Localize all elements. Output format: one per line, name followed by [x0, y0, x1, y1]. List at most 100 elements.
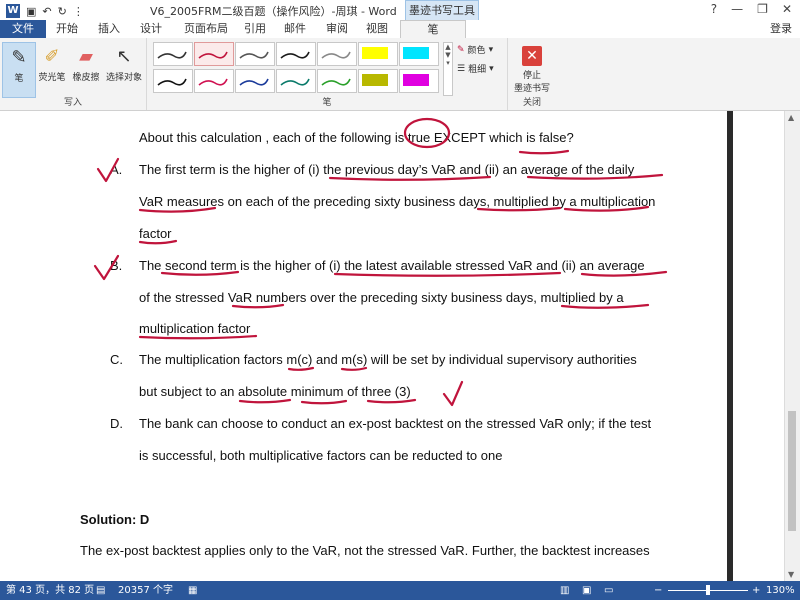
- gallery-scroll[interactable]: ▲ ▼ ▾: [443, 42, 453, 96]
- pen-thickness-button[interactable]: ☰ 粗细 ▾: [457, 62, 494, 76]
- tab-references[interactable]: 引用: [240, 20, 270, 38]
- undo-icon[interactable]: ↶: [42, 5, 51, 18]
- print-layout-icon[interactable]: ▣: [582, 581, 591, 600]
- cursor-arrow-icon: ↖: [116, 45, 132, 67]
- scroll-up-icon[interactable]: ▲: [788, 113, 794, 122]
- pen-swatch[interactable]: [276, 42, 316, 66]
- ink-underline-b2: [333, 271, 562, 277]
- tab-mailings[interactable]: 邮件: [280, 20, 310, 38]
- page-count[interactable]: 第 43 页，共 82 页: [6, 581, 94, 600]
- tab-page-layout[interactable]: 页面布局: [180, 20, 232, 38]
- pen-swatch[interactable]: [399, 42, 439, 66]
- pen-swatch[interactable]: [235, 42, 275, 66]
- highlighter-icon: ✐: [44, 45, 60, 67]
- ink-underline-a1: [328, 175, 492, 181]
- pen-stroke-icon: [157, 78, 187, 86]
- write-group-label: 写入: [63, 98, 82, 108]
- tab-pen[interactable]: 笔: [400, 20, 466, 40]
- ink-underline-a6: [138, 239, 178, 245]
- option-c-line-1: The multiplication factors m(c) and m(s)…: [139, 352, 637, 367]
- pen-swatch[interactable]: [235, 69, 275, 93]
- pen-stroke-icon: [321, 78, 351, 86]
- redo-icon[interactable]: ↻: [58, 5, 67, 18]
- pen-stroke-icon: [157, 51, 187, 59]
- vertical-scrollbar[interactable]: ▲ ▼: [784, 111, 800, 581]
- customize-qat-icon[interactable]: ⋮: [73, 5, 84, 18]
- option-a-letter: A.: [110, 162, 123, 177]
- ink-underline-b5: [560, 303, 650, 309]
- option-b-line-3: multiplication factor: [139, 321, 251, 336]
- scroll-thumb[interactable]: [788, 411, 796, 531]
- status-bar: 第 43 页，共 82 页 ▤ 20357 个字 ▦ ▥ ▣ ▭ − + 130…: [0, 581, 800, 600]
- pen-color-button[interactable]: ✎ 颜色 ▾: [457, 43, 493, 57]
- pen-swatch[interactable]: [276, 69, 316, 93]
- pen-swatch[interactable]: [399, 69, 439, 93]
- pen-swatch[interactable]: [358, 69, 398, 93]
- tab-view[interactable]: 视图: [362, 20, 392, 38]
- window-controls: ? — ❐ ✕: [711, 2, 792, 16]
- pen-swatch[interactable]: [317, 42, 357, 66]
- ink-underline-c4: [300, 399, 348, 405]
- tab-insert[interactable]: 插入: [92, 20, 126, 38]
- highlighter-button[interactable]: ✐ 荧光笔: [36, 42, 68, 96]
- stop-inking-button[interactable]: ✕ 停止 墨迹书写: [512, 42, 552, 96]
- eraser-button[interactable]: ▰ 橡皮擦: [70, 42, 102, 96]
- pen-tool-button[interactable]: ✎ 笔: [2, 42, 36, 98]
- zoom-slider-knob[interactable]: [706, 585, 710, 595]
- pen-swatch[interactable]: [153, 69, 193, 93]
- pen-stroke-icon: [321, 51, 351, 59]
- word-count[interactable]: 20357 个字: [118, 581, 173, 600]
- restore-button[interactable]: ❐: [757, 2, 768, 16]
- question-intro: About this calculation , each of the fol…: [139, 130, 574, 145]
- option-c-letter: C.: [110, 352, 123, 367]
- option-d-line-1: The bank can choose to conduct an ex-pos…: [139, 416, 652, 431]
- select-objects-button[interactable]: ↖ 选择对象: [104, 42, 144, 96]
- help-icon[interactable]: ?: [711, 2, 717, 16]
- pen-swatch[interactable]: [317, 69, 357, 93]
- ink-underline-b4: [231, 303, 285, 309]
- tab-home[interactable]: 开始: [50, 20, 84, 38]
- proofing-icon[interactable]: ▤: [96, 581, 105, 600]
- pen-swatch[interactable]: [194, 42, 234, 66]
- sign-in-link[interactable]: 登录: [770, 20, 792, 38]
- zoom-level[interactable]: 130%: [766, 581, 795, 600]
- solution-text: The ex-post backtest applies only to the…: [80, 543, 650, 558]
- pen-swatch[interactable]: [194, 69, 234, 93]
- ribbon-tabs: 文件 开始 插入 设计 页面布局 引用 邮件 审阅 视图 笔: [0, 20, 800, 40]
- option-b-line-1: The second term is the higher of (i) the…: [139, 258, 645, 273]
- option-b-letter: B.: [110, 258, 123, 273]
- pen-stroke-icon: [239, 78, 269, 86]
- tab-file[interactable]: 文件: [0, 20, 46, 38]
- close-group: ✕ 停止 墨迹书写 关闭: [508, 38, 556, 110]
- zoom-out-button[interactable]: −: [654, 581, 662, 600]
- option-a-line-1: The first term is the higher of (i) the …: [139, 162, 635, 177]
- scroll-down-icon[interactable]: ▼: [788, 570, 794, 579]
- zoom-in-button[interactable]: +: [752, 581, 760, 600]
- pen-color-icon: ✎: [457, 44, 465, 55]
- option-a-line-3: factor: [139, 226, 172, 241]
- web-layout-icon[interactable]: ▭: [604, 581, 613, 600]
- highlighter-swatch-icon: [403, 74, 429, 86]
- document-area[interactable]: About this calculation , each of the fol…: [0, 111, 785, 581]
- pen-icon: ✎: [11, 46, 27, 68]
- option-b-line-2: of the stressed VaR numbers over the pre…: [139, 290, 624, 305]
- highlighter-swatch-icon: [362, 74, 388, 86]
- macro-icon[interactable]: ▦: [188, 581, 197, 600]
- pen-swatch[interactable]: [358, 42, 398, 66]
- highlighter-swatch-icon: [403, 47, 429, 59]
- pens-group: ▲ ▼ ▾ ✎ 颜色 ▾ ☰ 粗细 ▾ 笔: [147, 38, 508, 110]
- pen-swatch[interactable]: [153, 42, 193, 66]
- close-button[interactable]: ✕: [782, 2, 792, 16]
- title-bar: W ▣ ↶ ↻ ⋮ V6_2005FRM二级百题（操作风险）-周琪 - Word…: [0, 0, 800, 24]
- pen-stroke-icon: [280, 78, 310, 86]
- option-d-line-2: is successful, both multiplicative facto…: [139, 448, 503, 463]
- ink-annotations: [93, 117, 668, 407]
- read-mode-icon[interactable]: ▥: [560, 581, 569, 600]
- save-icon[interactable]: ▣: [26, 5, 36, 18]
- tab-review[interactable]: 审阅: [322, 20, 352, 38]
- pen-stroke-icon: [198, 78, 228, 86]
- tab-design[interactable]: 设计: [134, 20, 168, 38]
- minimize-button[interactable]: —: [731, 2, 743, 16]
- pen-stroke-icon: [239, 51, 269, 59]
- ink-underline-c5: [366, 398, 417, 404]
